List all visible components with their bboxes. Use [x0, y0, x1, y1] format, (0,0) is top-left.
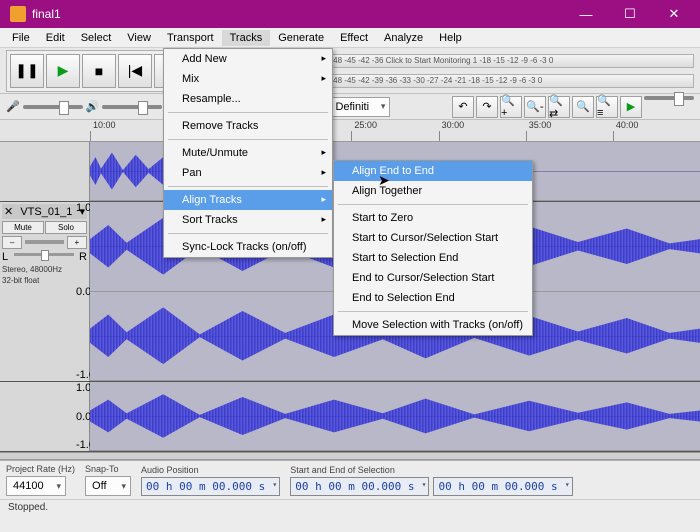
pause-button[interactable]: ❚❚	[10, 54, 44, 88]
play-speed-slider[interactable]	[644, 96, 694, 100]
amp-mid: 0.0	[76, 411, 90, 423]
horizontal-scrollbar[interactable]	[0, 452, 700, 460]
menu-item[interactable]: Align End to End	[334, 161, 532, 181]
recording-meter[interactable]: -57 -54 -51 -48 -45 -42 -36 Click to Sta…	[284, 54, 694, 68]
menu-file[interactable]: File	[4, 30, 38, 46]
ruler-tick: 25:00	[354, 120, 377, 130]
tracks-dropdown: Add NewMixResample... Remove Tracks Mute/U…	[163, 48, 333, 258]
ruler-tick: 30:00	[442, 120, 465, 130]
zoom-toggle-button[interactable]: 🔍≡	[596, 96, 618, 118]
menu-analyze[interactable]: Analyze	[376, 30, 431, 46]
menu-item[interactable]: Mix	[164, 69, 332, 89]
amp-bot: -1.0	[76, 369, 90, 381]
selection-toolbar: Project Rate (Hz) 44100 Snap-To Off Audi…	[0, 460, 700, 499]
track-head-partial	[0, 142, 90, 201]
menu-generate[interactable]: Generate	[270, 30, 332, 46]
play-button[interactable]: ▶	[46, 54, 80, 88]
ruler-tick: 10:00	[93, 120, 116, 130]
menu-item[interactable]: Start to Cursor/Selection Start	[334, 228, 532, 248]
menu-view[interactable]: View	[119, 30, 159, 46]
rec-volume-group: 🎤 🔊	[6, 100, 162, 113]
titlebar: final1 — ☐ ✕	[0, 0, 700, 28]
menu-item[interactable]: Align Tracks	[164, 190, 332, 210]
menu-item[interactable]: Mute/Unmute	[164, 143, 332, 163]
menu-item[interactable]: Align Together	[334, 181, 532, 201]
rec-volume-slider[interactable]	[23, 105, 83, 109]
play-at-speed-button[interactable]: ▶	[620, 96, 642, 118]
snap-combo[interactable]: Off	[85, 476, 131, 496]
gain-minus[interactable]: –	[2, 236, 22, 249]
maximize-button[interactable]: ☐	[608, 0, 652, 28]
ruler-tick: 35:00	[529, 120, 552, 130]
play-volume-slider[interactable]	[102, 105, 162, 109]
audio-position[interactable]: 00 h 00 m 00.000 s	[141, 477, 280, 496]
menu-item[interactable]: Sync-Lock Tracks (on/off)	[164, 237, 332, 257]
amp-bot: -1.0	[76, 439, 90, 451]
speaker-small-icon: 🔊	[86, 100, 100, 113]
audio-pos-label: Audio Position	[141, 465, 280, 475]
track-close-icon[interactable]: ✕	[4, 205, 13, 218]
redo-button[interactable]: ↷	[476, 96, 498, 118]
track-format: Stereo, 48000Hz	[2, 265, 87, 274]
menu-item[interactable]: Sort Tracks	[164, 210, 332, 230]
amp-top: 1.0	[76, 382, 90, 394]
track-name: VTS_01_1	[20, 206, 72, 218]
menu-tracks[interactable]: Tracks	[222, 30, 271, 46]
menu-edit[interactable]: Edit	[38, 30, 73, 46]
track-3: 1.0 0.0 -1.0	[0, 382, 700, 452]
edit-tools: ↶ ↷ 🔍+ 🔍- 🔍⇄ 🔍 🔍≡ ▶	[452, 96, 694, 118]
menu-item[interactable]: Start to Selection End	[334, 248, 532, 268]
gain-slider[interactable]	[25, 240, 64, 244]
menubar: File Edit Select View Transport Tracks G…	[0, 28, 700, 48]
playback-meter[interactable]: -57 -54 -51 -48 -45 -42 -39 -36 -33 -30 …	[284, 74, 694, 88]
menu-item[interactable]: Move Selection with Tracks (on/off)	[334, 315, 532, 335]
menu-item[interactable]: Resample...	[164, 89, 332, 109]
undo-button[interactable]: ↶	[452, 96, 474, 118]
menu-item[interactable]: Add New	[164, 49, 332, 69]
amp-top: 1.0	[76, 202, 90, 214]
menu-item[interactable]: Remove Tracks	[164, 116, 332, 136]
selection-end[interactable]: 00 h 00 m 00.000 s	[433, 477, 572, 496]
menu-item[interactable]: End to Selection End	[334, 288, 532, 308]
minimize-button[interactable]: —	[564, 0, 608, 28]
selection-label: Start and End of Selection	[290, 465, 572, 475]
align-submenu: Align End to EndAlign Together Start to Z…	[333, 160, 533, 336]
menu-item[interactable]: End to Cursor/Selection Start	[334, 268, 532, 288]
ruler-tick: 40:00	[616, 120, 639, 130]
app-icon	[10, 6, 26, 22]
snap-label: Snap-To	[85, 464, 131, 474]
mic-small-icon: 🎤	[6, 100, 20, 113]
rate-label: Project Rate (Hz)	[6, 464, 75, 474]
menu-item[interactable]: Pan	[164, 163, 332, 183]
zoom-fit-button[interactable]: 🔍	[572, 96, 594, 118]
project-rate-combo[interactable]: 44100	[6, 476, 66, 496]
status-text: Stopped.	[0, 499, 700, 515]
timeline-ruler[interactable]: 10:00 15:00 20:00 25:00 30:00 35:00 40:0…	[0, 120, 700, 142]
skip-start-button[interactable]: |◀	[118, 54, 152, 88]
pan-left-label: L	[2, 251, 8, 263]
track-depth: 32-bit float	[2, 276, 87, 285]
selection-start[interactable]: 00 h 00 m 00.000 s	[290, 477, 429, 496]
menu-help[interactable]: Help	[431, 30, 470, 46]
menu-select[interactable]: Select	[73, 30, 120, 46]
close-button[interactable]: ✕	[652, 0, 696, 28]
device-toolbar: 🎤 🔊 MME ers (Realtek High Definiti ↶ ↷ 🔍…	[0, 94, 700, 120]
stop-button[interactable]: ■	[82, 54, 116, 88]
menu-item[interactable]: Start to Zero	[334, 208, 532, 228]
mute-button[interactable]: Mute	[2, 221, 44, 234]
menu-transport[interactable]: Transport	[159, 30, 222, 46]
amp-mid: 0.0	[76, 286, 90, 298]
pan-slider[interactable]	[14, 253, 74, 256]
zoom-out-button[interactable]: 🔍-	[524, 96, 546, 118]
window-title: final1	[32, 7, 564, 21]
zoom-sel-button[interactable]: 🔍⇄	[548, 96, 570, 118]
zoom-in-button[interactable]: 🔍+	[500, 96, 522, 118]
waveform-3[interactable]: 1.0 0.0 -1.0	[90, 382, 700, 451]
main-toolbar: ❚❚ ▶ ■ |◀ ▶| ● 🎤 L R -57 -54 -51 -48 -45…	[0, 48, 700, 94]
menu-effect[interactable]: Effect	[332, 30, 376, 46]
